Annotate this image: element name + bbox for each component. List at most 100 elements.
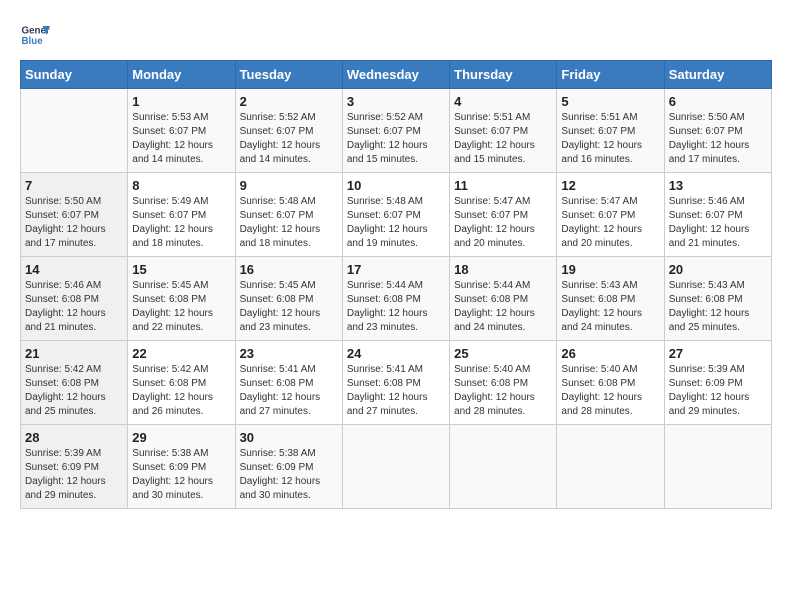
calendar-day-cell: 10 Sunrise: 5:48 AM Sunset: 6:07 PM Dayli… [342,173,449,257]
day-info: Sunrise: 5:49 AM Sunset: 6:07 PM Dayligh… [132,195,230,251]
day-number: 26 [561,346,659,361]
day-info: Sunrise: 5:48 AM Sunset: 6:07 PM Dayligh… [347,195,445,251]
day-info: Sunrise: 5:41 AM Sunset: 6:08 PM Dayligh… [240,363,338,419]
calendar-day-cell: 9Sunrise: 5:48 AM Sunset: 6:07 PM Daylig… [235,173,342,257]
calendar-day-cell: 23Sunrise: 5:41 AM Sunset: 6:08 PM Dayli… [235,341,342,425]
day-number: 12 [561,178,659,193]
calendar-day-cell: 3 Sunrise: 5:52 AM Sunset: 6:07 PM Daylig… [342,89,449,173]
calendar-day-cell: 11Sunrise: 5:47 AM Sunset: 6:07 PM Dayli… [450,173,557,257]
day-info: Sunrise: 5:45 AM Sunset: 6:08 PM Dayligh… [132,279,230,335]
day-info: Sunrise: 5:42 AM Sunset: 6:08 PM Dayligh… [25,363,123,419]
day-number: 19 [561,262,659,277]
weekday-header-cell: Tuesday [235,61,342,89]
calendar-week-row: 28 Sunrise: 5:39 AM Sunset: 6:09 PM Dayli… [21,425,772,509]
day-number: 4 [454,94,552,109]
calendar-table: SundayMondayTuesdayWednesdayThursdayFrid… [20,60,772,509]
day-info: Sunrise: 5:40 AM Sunset: 6:08 PM Dayligh… [561,363,659,419]
calendar-day-cell: 17 Sunrise: 5:44 AM Sunset: 6:08 PM Dayli… [342,257,449,341]
calendar-week-row: 7Sunrise: 5:50 AM Sunset: 6:07 PM Daylig… [21,173,772,257]
day-number: 3 [347,94,445,109]
day-info: Sunrise: 5:42 AM Sunset: 6:08 PM Dayligh… [132,363,230,419]
calendar-day-cell: 25 Sunrise: 5:40 AM Sunset: 6:08 PM Dayli… [450,341,557,425]
calendar-day-cell: 30 Sunrise: 5:38 AM Sunset: 6:09 PM Dayli… [235,425,342,509]
calendar-day-cell: 20 Sunrise: 5:43 AM Sunset: 6:08 PM Dayli… [664,257,771,341]
calendar-day-cell: 14 Sunrise: 5:46 AM Sunset: 6:08 PM Dayli… [21,257,128,341]
calendar-day-cell [21,89,128,173]
day-number: 15 [132,262,230,277]
day-number: 17 [347,262,445,277]
day-number: 30 [240,430,338,445]
weekday-header-cell: Friday [557,61,664,89]
day-number: 13 [669,178,767,193]
day-info: Sunrise: 5:53 AM Sunset: 6:07 PM Dayligh… [132,111,230,167]
day-info: Sunrise: 5:46 AM Sunset: 6:08 PM Dayligh… [25,279,123,335]
svg-text:Blue: Blue [22,36,44,47]
day-info: Sunrise: 5:50 AM Sunset: 6:07 PM Dayligh… [669,111,767,167]
calendar-day-cell: 5Sunrise: 5:51 AM Sunset: 6:07 PM Daylig… [557,89,664,173]
day-info: Sunrise: 5:45 AM Sunset: 6:08 PM Dayligh… [240,279,338,335]
calendar-day-cell: 4 Sunrise: 5:51 AM Sunset: 6:07 PM Daylig… [450,89,557,173]
weekday-header-cell: Wednesday [342,61,449,89]
day-number: 24 [347,346,445,361]
calendar-day-cell: 27Sunrise: 5:39 AM Sunset: 6:09 PM Dayli… [664,341,771,425]
weekday-header-row: SundayMondayTuesdayWednesdayThursdayFrid… [21,61,772,89]
calendar-day-cell: 24 Sunrise: 5:41 AM Sunset: 6:08 PM Dayli… [342,341,449,425]
day-number: 2 [240,94,338,109]
calendar-day-cell [664,425,771,509]
day-number: 11 [454,178,552,193]
day-info: Sunrise: 5:44 AM Sunset: 6:08 PM Dayligh… [454,279,552,335]
calendar-week-row: 21Sunrise: 5:42 AM Sunset: 6:08 PM Dayli… [21,341,772,425]
day-number: 7 [25,178,123,193]
day-info: Sunrise: 5:43 AM Sunset: 6:08 PM Dayligh… [561,279,659,335]
day-number: 22 [132,346,230,361]
day-info: Sunrise: 5:43 AM Sunset: 6:08 PM Dayligh… [669,279,767,335]
calendar-day-cell [557,425,664,509]
calendar-day-cell: 2 Sunrise: 5:52 AM Sunset: 6:07 PM Daylig… [235,89,342,173]
day-info: Sunrise: 5:51 AM Sunset: 6:07 PM Dayligh… [454,111,552,167]
calendar-week-row: 1 Sunrise: 5:53 AM Sunset: 6:07 PM Daylig… [21,89,772,173]
page-header: General Blue [20,20,772,50]
day-info: Sunrise: 5:46 AM Sunset: 6:07 PM Dayligh… [669,195,767,251]
day-number: 8 [132,178,230,193]
day-number: 14 [25,262,123,277]
calendar-day-cell: 19 Sunrise: 5:43 AM Sunset: 6:08 PM Dayli… [557,257,664,341]
calendar-day-cell: 28 Sunrise: 5:39 AM Sunset: 6:09 PM Dayli… [21,425,128,509]
calendar-day-cell: 12 Sunrise: 5:47 AM Sunset: 6:07 PM Dayli… [557,173,664,257]
day-info: Sunrise: 5:40 AM Sunset: 6:08 PM Dayligh… [454,363,552,419]
day-info: Sunrise: 5:48 AM Sunset: 6:07 PM Dayligh… [240,195,338,251]
day-info: Sunrise: 5:44 AM Sunset: 6:08 PM Dayligh… [347,279,445,335]
day-info: Sunrise: 5:47 AM Sunset: 6:07 PM Dayligh… [561,195,659,251]
weekday-header-cell: Monday [128,61,235,89]
day-number: 29 [132,430,230,445]
calendar-body: 1 Sunrise: 5:53 AM Sunset: 6:07 PM Daylig… [21,89,772,509]
day-info: Sunrise: 5:38 AM Sunset: 6:09 PM Dayligh… [240,447,338,503]
calendar-day-cell: 13 Sunrise: 5:46 AM Sunset: 6:07 PM Dayli… [664,173,771,257]
day-number: 10 [347,178,445,193]
calendar-day-cell: 29 Sunrise: 5:38 AM Sunset: 6:09 PM Dayli… [128,425,235,509]
calendar-day-cell: 16Sunrise: 5:45 AM Sunset: 6:08 PM Dayli… [235,257,342,341]
weekday-header-cell: Sunday [21,61,128,89]
calendar-day-cell: 8 Sunrise: 5:49 AM Sunset: 6:07 PM Daylig… [128,173,235,257]
calendar-day-cell: 6 Sunrise: 5:50 AM Sunset: 6:07 PM Daylig… [664,89,771,173]
day-number: 28 [25,430,123,445]
day-number: 25 [454,346,552,361]
calendar-day-cell: 26 Sunrise: 5:40 AM Sunset: 6:08 PM Dayli… [557,341,664,425]
day-number: 6 [669,94,767,109]
day-number: 20 [669,262,767,277]
logo: General Blue [20,20,50,50]
day-info: Sunrise: 5:52 AM Sunset: 6:07 PM Dayligh… [347,111,445,167]
calendar-day-cell [342,425,449,509]
weekday-header-cell: Saturday [664,61,771,89]
day-info: Sunrise: 5:41 AM Sunset: 6:08 PM Dayligh… [347,363,445,419]
day-info: Sunrise: 5:51 AM Sunset: 6:07 PM Dayligh… [561,111,659,167]
calendar-day-cell: 15 Sunrise: 5:45 AM Sunset: 6:08 PM Dayli… [128,257,235,341]
calendar-day-cell: 7Sunrise: 5:50 AM Sunset: 6:07 PM Daylig… [21,173,128,257]
day-info: Sunrise: 5:52 AM Sunset: 6:07 PM Dayligh… [240,111,338,167]
day-info: Sunrise: 5:38 AM Sunset: 6:09 PM Dayligh… [132,447,230,503]
weekday-header-cell: Thursday [450,61,557,89]
calendar-day-cell: 22 Sunrise: 5:42 AM Sunset: 6:08 PM Dayli… [128,341,235,425]
day-number: 18 [454,262,552,277]
day-number: 1 [132,94,230,109]
day-info: Sunrise: 5:39 AM Sunset: 6:09 PM Dayligh… [25,447,123,503]
logo-icon: General Blue [20,20,50,50]
